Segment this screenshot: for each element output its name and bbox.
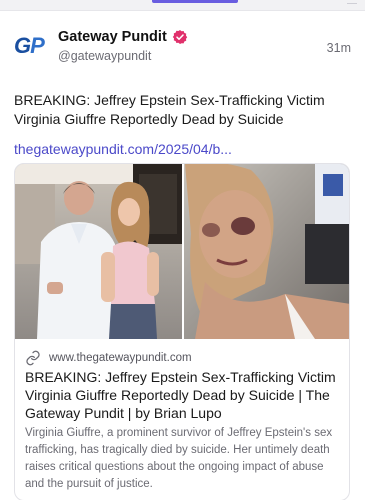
domain-row: www.thegatewaypundit.com (25, 350, 339, 366)
name-row: Gateway Pundit (58, 29, 188, 45)
post-text: BREAKING: Jeffrey Epstein Sex-Traffickin… (14, 92, 325, 127)
divider (347, 0, 357, 4)
link-icon (26, 350, 40, 366)
account-handle[interactable]: @gatewaypundit (58, 49, 151, 63)
post-card[interactable]: GP Gateway Pundit @gatewaypundit 31m BRE… (0, 10, 365, 500)
active-tab-indicator (152, 0, 238, 3)
post-timestamp[interactable]: 31m (327, 41, 351, 55)
preview-image (15, 164, 349, 339)
preview-title: BREAKING: Jeffrey Epstein Sex-Traffickin… (25, 369, 336, 421)
preview-domain: www.thegatewaypundit.com (49, 352, 192, 364)
preview-meta: www.thegatewaypundit.com BREAKING: Jeffr… (25, 350, 339, 493)
avatar-logo: GP (14, 33, 45, 58)
verified-badge-icon (172, 30, 187, 44)
preview-description: Virginia Giuffre, a prominent survivor o… (25, 427, 333, 490)
link-preview-card[interactable]: www.thegatewaypundit.com BREAKING: Jeffr… (14, 163, 350, 500)
post-link[interactable]: thegatewaypundit.com/2025/04/b... (14, 141, 232, 157)
avatar[interactable]: GP (14, 33, 46, 65)
account-name[interactable]: Gateway Pundit (58, 29, 167, 45)
post-header: GP Gateway Pundit @gatewaypundit 31m (14, 29, 351, 73)
